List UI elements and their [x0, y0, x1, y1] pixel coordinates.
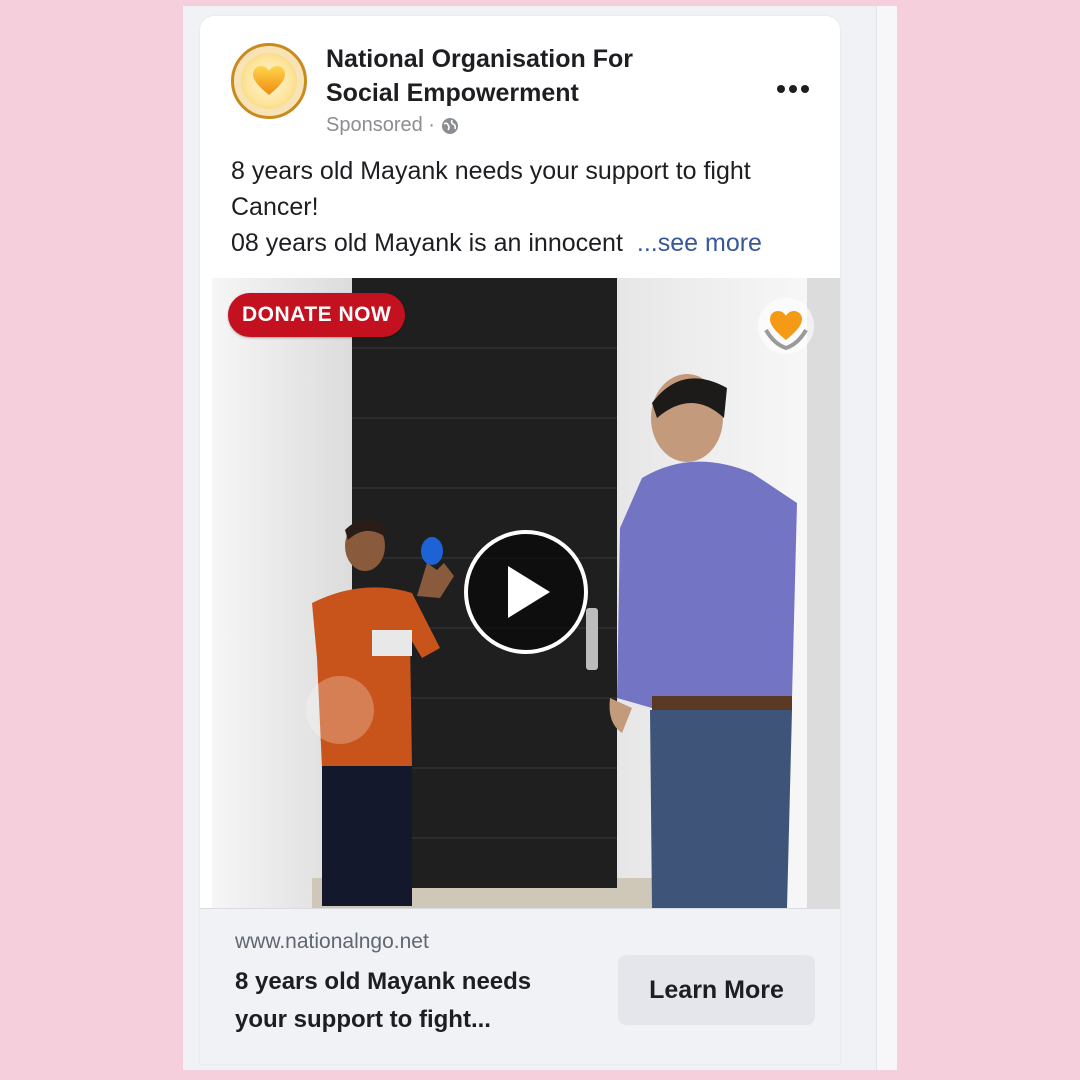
play-icon [508, 566, 550, 618]
link-domain: www.nationalngo.net [235, 930, 429, 953]
sponsored-meta: Sponsored · [326, 114, 459, 137]
post-text-line1: 8 years old Mayank needs your support to… [231, 157, 751, 185]
sponsored-post-card: National Organisation For Social Empower… [200, 16, 840, 1064]
page-name-line1: National Organisation For [326, 45, 633, 73]
play-button[interactable] [464, 530, 588, 654]
scrollbar-track[interactable] [876, 6, 897, 1070]
post-text-line2: Cancer! [231, 193, 319, 221]
page-avatar[interactable] [231, 43, 307, 119]
more-options-button[interactable] [768, 74, 818, 104]
donate-now-badge: DONATE NOW [228, 293, 406, 337]
globe-icon [441, 117, 459, 135]
feed-container: National Organisation For Social Empower… [183, 6, 897, 1070]
page-name-link[interactable]: National Organisation For Social Empower… [326, 42, 706, 110]
heart-hands-logo-icon [756, 296, 816, 356]
see-more-link[interactable]: ...see more [637, 229, 762, 257]
heart-logo-icon [241, 53, 297, 109]
post-text-line3-wrap: 08 years old Mayank is an innocent ...see… [231, 225, 821, 261]
more-dot [789, 85, 797, 93]
link-title: 8 years old Mayank needs your support to… [235, 963, 595, 1039]
learn-more-button[interactable]: Learn More [618, 955, 815, 1025]
post-message: 8 years old Mayank needs your support to… [231, 153, 821, 261]
link-preview[interactable]: www.nationalngo.net 8 years old Mayank n… [200, 908, 840, 1064]
post-text-line3: 08 years old Mayank is an innocent [231, 229, 623, 257]
link-title-line2: your support to fight... [235, 1006, 491, 1033]
more-dot [801, 85, 809, 93]
page-name-line2: Social Empowerment [326, 79, 579, 107]
more-horizontal-icon [777, 85, 785, 93]
post-header: National Organisation For Social Empower… [200, 16, 840, 141]
link-title-line1: 8 years old Mayank needs [235, 968, 532, 995]
sponsored-label[interactable]: Sponsored · [326, 114, 435, 137]
video-player[interactable]: DONATE NOW [212, 278, 840, 908]
